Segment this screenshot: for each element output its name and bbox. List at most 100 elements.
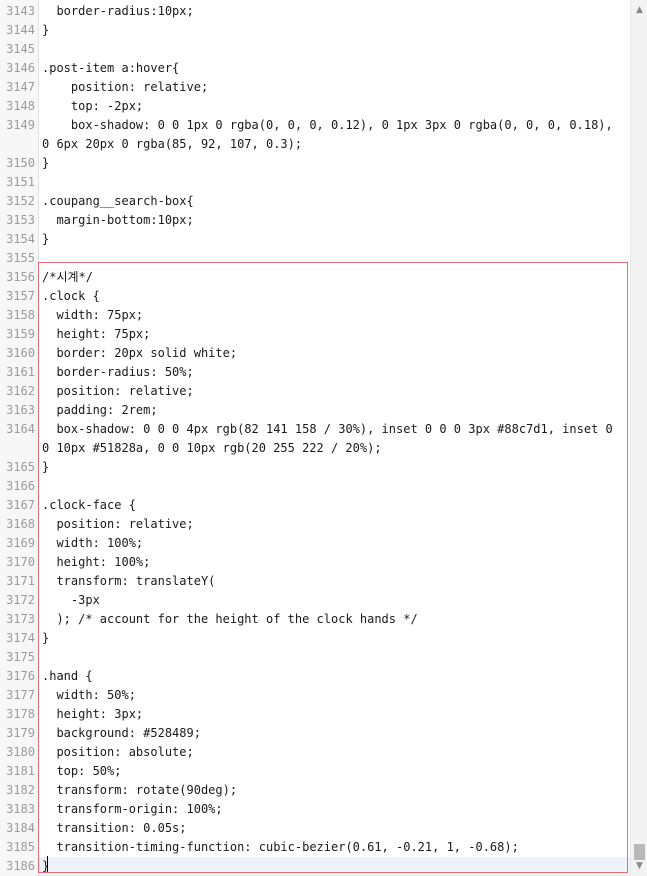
code-line[interactable]: 3160 border: 20px solid white; <box>0 344 630 363</box>
line-number: 3165 <box>6 460 35 474</box>
code-line[interactable]: 3148 top: -2px; <box>0 97 630 116</box>
line-number: 3186 <box>6 859 35 873</box>
line-text: .post-item a:hover{ <box>42 61 180 75</box>
line-number: 3156 <box>6 270 35 284</box>
scroll-down-arrow-icon[interactable]: ▼ <box>631 858 647 874</box>
line-text: position: absolute; <box>42 745 194 759</box>
line-number: 3143 <box>6 4 35 18</box>
line-number: 3183 <box>6 802 35 816</box>
line-number: 3181 <box>6 764 35 778</box>
line-text: border-radius: 50%; <box>42 365 194 379</box>
code-line[interactable]: 3170 height: 100%; <box>0 553 630 572</box>
line-number: 3169 <box>6 536 35 550</box>
line-text: } <box>42 859 50 873</box>
line-text: box-shadow: 0 0 0 4px rgb(82 141 158 / 3… <box>42 422 620 455</box>
line-number: 3158 <box>6 308 35 322</box>
code-line[interactable]: 3163 padding: 2rem; <box>0 401 630 420</box>
line-text: top: -2px; <box>42 99 144 113</box>
code-line[interactable]: 3143 border-radius:10px; <box>0 2 630 21</box>
code-line[interactable]: 3169 width: 100%; <box>0 534 630 553</box>
code-line[interactable]: 3181 top: 50%; <box>0 762 630 781</box>
code-line[interactable]: 3165} <box>0 458 630 477</box>
code-line[interactable]: 3184 transition: 0.05s; <box>0 819 630 838</box>
line-number: 3166 <box>6 479 35 493</box>
code-line[interactable]: 3150} <box>0 154 630 173</box>
line-text: background: #528489; <box>42 726 201 740</box>
line-number: 3161 <box>6 365 35 379</box>
line-text: box-shadow: 0 0 1px 0 rgba(0, 0, 0, 0.12… <box>42 118 620 151</box>
code-line[interactable]: 3159 height: 75px; <box>0 325 630 344</box>
line-number: 3154 <box>6 232 35 246</box>
code-line[interactable]: 3167 .clock-face { <box>0 496 630 515</box>
line-text: transform-origin: 100%; <box>42 802 223 816</box>
code-line[interactable]: 3171 transform: translateY( <box>0 572 630 591</box>
line-text: ); /* account for the height of the cloc… <box>42 612 418 626</box>
line-text: width: 100%; <box>42 536 144 550</box>
code-line[interactable]: 3180 position: absolute; <box>0 743 630 762</box>
line-text: } <box>42 232 50 246</box>
code-line[interactable]: 3146 .post-item a:hover{ <box>0 59 630 78</box>
code-line[interactable]: 3177 width: 50%; <box>0 686 630 705</box>
code-line[interactable]: 3154} <box>0 230 630 249</box>
line-text: height: 3px; <box>42 707 144 721</box>
code-line[interactable]: 3156 /*시계*/ <box>0 268 630 287</box>
code-line[interactable]: 3173 ); /* account for the height of the… <box>0 610 630 629</box>
code-line[interactable]: 3183 transform-origin: 100%; <box>0 800 630 819</box>
line-number: 3144 <box>6 23 35 37</box>
code-line[interactable]: 3175 <box>0 648 630 667</box>
code-line[interactable]: 3144} <box>0 21 630 40</box>
line-text: transition-timing-function: cubic-bezier… <box>42 840 519 854</box>
code-line[interactable]: 3145 <box>0 40 630 59</box>
line-text: position: relative; <box>42 517 194 531</box>
line-number: 3162 <box>6 384 35 398</box>
code-line[interactable]: 3172 -3px <box>0 591 630 610</box>
line-number: 3157 <box>6 289 35 303</box>
code-line[interactable]: 3179 background: #528489; <box>0 724 630 743</box>
line-text: transition: 0.05s; <box>42 821 187 835</box>
line-number: 3176 <box>6 669 35 683</box>
line-text: transform: translateY( <box>42 574 216 588</box>
line-number: 3175 <box>6 650 35 664</box>
code-line[interactable]: 3178 height: 3px; <box>0 705 630 724</box>
line-number: 3146 <box>6 61 35 75</box>
code-line[interactable]: 3155 <box>0 249 630 268</box>
line-text: margin-bottom:10px; <box>42 213 194 227</box>
code-line[interactable]: 3162 position: relative; <box>0 382 630 401</box>
line-number: 3170 <box>6 555 35 569</box>
code-line[interactable]: 3149 box-shadow: 0 0 1px 0 rgba(0, 0, 0,… <box>0 116 630 154</box>
line-number: 3179 <box>6 726 35 740</box>
line-text: position: relative; <box>42 80 209 94</box>
line-number: 3177 <box>6 688 35 702</box>
code-line[interactable]: 3158 width: 75px; <box>0 306 630 325</box>
line-text: } <box>42 631 50 645</box>
code-line[interactable]: 3174} <box>0 629 630 648</box>
line-text: top: 50%; <box>42 764 122 778</box>
line-number: 3173 <box>6 612 35 626</box>
scroll-up-arrow-icon[interactable]: ▲ <box>631 2 647 18</box>
line-text: transform: rotate(90deg); <box>42 783 238 797</box>
line-text: .clock-face { <box>42 498 136 512</box>
code-line[interactable]: 3151 <box>0 173 630 192</box>
code-line[interactable]: 3166 <box>0 477 630 496</box>
code-line[interactable]: 3152 .coupang__search-box{ <box>0 192 630 211</box>
code-line[interactable]: 3186} <box>0 857 630 876</box>
line-number: 3167 <box>6 498 35 512</box>
line-number: 3164 <box>6 422 35 436</box>
vertical-scrollbar[interactable]: ▲ ▼ <box>630 0 647 876</box>
code-line[interactable]: 3176 .hand { <box>0 667 630 686</box>
line-number: 3148 <box>6 99 35 113</box>
code-line[interactable]: 3161 border-radius: 50%; <box>0 363 630 382</box>
code-line[interactable]: 3168 position: relative; <box>0 515 630 534</box>
text-cursor <box>47 856 48 872</box>
line-number: 3180 <box>6 745 35 759</box>
code-line[interactable]: 3147 position: relative; <box>0 78 630 97</box>
line-text: width: 50%; <box>42 688 136 702</box>
code-line[interactable]: 3164 box-shadow: 0 0 0 4px rgb(82 141 15… <box>0 420 630 458</box>
line-text: -3px <box>42 593 100 607</box>
code-line[interactable]: 3185 transition-timing-function: cubic-b… <box>0 838 630 857</box>
code-editor[interactable]: 3143 border-radius:10px; 3144} 3145 3146 .po… <box>0 0 630 876</box>
line-number: 3184 <box>6 821 35 835</box>
code-line[interactable]: 3157 .clock { <box>0 287 630 306</box>
code-line[interactable]: 3182 transform: rotate(90deg); <box>0 781 630 800</box>
code-line[interactable]: 3153 margin-bottom:10px; <box>0 211 630 230</box>
